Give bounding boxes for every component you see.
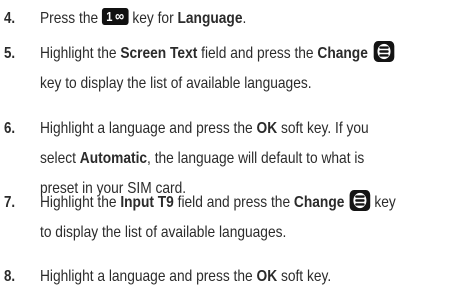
text-run: field and press the xyxy=(197,45,318,62)
step-text: Highlight a language and press the OK so… xyxy=(40,262,453,292)
step-line: select Automatic, the language will defa… xyxy=(40,144,453,174)
text-run: select xyxy=(40,150,80,167)
step-line: to display the list of available languag… xyxy=(40,218,453,248)
text-run: Press the xyxy=(40,10,102,27)
step-text: Press the 1 ∞ key for Language. xyxy=(40,4,453,34)
step-number: 8. xyxy=(4,268,16,285)
step-line: Highlight a language and press the OK so… xyxy=(40,114,453,144)
step-line: Press the 1 ∞ key for Language. xyxy=(40,4,453,34)
bold-term: OK xyxy=(256,120,278,137)
step-number: 6. xyxy=(4,120,16,137)
text-run: key to display the list of available lan… xyxy=(40,75,312,92)
step-number: 4. xyxy=(4,10,16,27)
bold-term: OK xyxy=(256,268,278,285)
text-run: . xyxy=(242,10,247,27)
text-run: key xyxy=(370,194,396,211)
text-run: key for xyxy=(128,10,178,27)
text-run xyxy=(368,45,372,62)
step-text: Highlight the Screen Text field and pres… xyxy=(40,39,453,99)
text-run: Highlight the xyxy=(40,45,121,62)
bold-term: Change xyxy=(317,45,368,62)
bold-term: Input T9 xyxy=(120,194,174,211)
nav-key-icon xyxy=(373,41,395,63)
step-number: 7. xyxy=(4,194,16,211)
bold-term: Screen Text xyxy=(120,45,198,62)
text-run: , the language will default to what is xyxy=(147,150,365,167)
step-line: Highlight a language and press the OK so… xyxy=(40,262,453,292)
key-1-icon: 1 ∞ xyxy=(101,8,129,26)
step-line: Highlight the Input T9 field and press t… xyxy=(40,188,453,218)
text-run: Highlight a language and press the xyxy=(40,120,257,137)
bold-term: Automatic xyxy=(79,150,148,167)
text-run: soft key. If you xyxy=(277,120,369,137)
instruction-list: 4. Press the 1 ∞ key for Language. 5. Highli… xyxy=(0,0,470,292)
step-text: Highlight the Input T9 field and press t… xyxy=(40,188,453,248)
step-number: 5. xyxy=(4,45,16,62)
nav-key-icon xyxy=(349,190,371,212)
key-digit: 1 xyxy=(106,9,113,25)
step-line: Highlight the Screen Text field and pres… xyxy=(40,39,453,69)
text-run: Highlight a language and press the xyxy=(40,268,257,285)
text-run xyxy=(344,194,348,211)
text-run: field and press the xyxy=(173,194,294,211)
bold-term: Language xyxy=(177,10,243,27)
text-run: to display the list of available languag… xyxy=(40,224,287,241)
voicemail-glyph: ∞ xyxy=(115,8,125,26)
text-run: Highlight the xyxy=(40,194,121,211)
step-line: key to display the list of available lan… xyxy=(40,69,453,99)
bold-term: Change xyxy=(293,194,345,211)
text-run: soft key. xyxy=(277,268,332,285)
